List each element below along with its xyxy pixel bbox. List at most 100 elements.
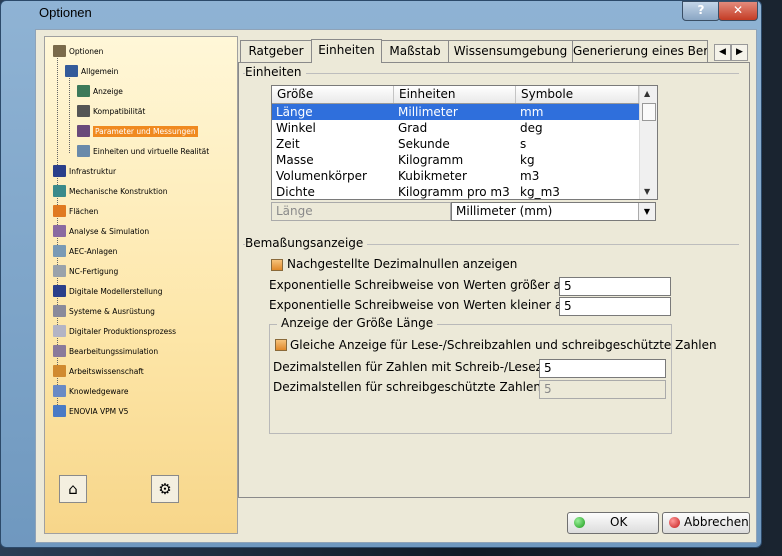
- units-list[interactable]: Größe Einheiten Symbole Länge Millimeter m…: [271, 85, 658, 200]
- tab-massstab[interactable]: Maßstab: [381, 40, 449, 62]
- list-cell: Sekunde: [398, 137, 450, 151]
- infrastructure-icon: [53, 165, 66, 177]
- digital-model-icon: [53, 285, 66, 297]
- list-item[interactable]: Winkel Grad deg: [272, 120, 639, 136]
- tree-item[interactable]: Kompatibilität: [77, 105, 145, 117]
- tab-scroll-left-icon[interactable]: ◀: [714, 44, 731, 61]
- tree-item[interactable]: Bearbeitungssimulation: [53, 345, 158, 357]
- list-item[interactable]: Masse Kilogramm kg: [272, 152, 639, 168]
- group-divider: [243, 73, 739, 74]
- list-cell: Dichte: [276, 185, 315, 199]
- exp-greater-input[interactable]: 5: [559, 277, 671, 296]
- tree-item-label: Allgemein: [81, 66, 119, 76]
- list-cell: Länge: [276, 105, 313, 119]
- tree-item[interactable]: Arbeitswissenschaft: [53, 365, 144, 377]
- tree-item-label: ENOVIA VPM V5: [69, 406, 129, 416]
- list-cell: Winkel: [276, 121, 316, 135]
- tree-item-label: Knowledgeware: [69, 386, 129, 396]
- tree-item[interactable]: Parameter und Messungen: [77, 125, 198, 137]
- compatibility-icon: [77, 105, 90, 117]
- ok-button[interactable]: OK: [567, 512, 659, 534]
- production-icon: [53, 325, 66, 337]
- tree-item[interactable]: Digitaler Produktionsprozess: [53, 325, 176, 337]
- home-tree-button[interactable]: ⌂: [59, 475, 87, 503]
- list-cell: Zeit: [276, 137, 300, 151]
- tree-item-label: Digitaler Produktionsprozess: [69, 326, 177, 336]
- tree-item[interactable]: Mechanische Konstruktion: [53, 185, 167, 197]
- tree-item-label: Arbeitswissenschaft: [69, 366, 144, 376]
- units-list-scrollbar[interactable]: ▲ ▼: [639, 86, 657, 199]
- unit-select[interactable]: Millimeter (mm) ▼: [451, 202, 656, 221]
- tree-item-label: Infrastruktur: [69, 166, 117, 176]
- tab-ratgeber[interactable]: Ratgeber: [240, 40, 312, 62]
- tree-item-label: Parameter und Messungen: [93, 125, 198, 137]
- parameters-icon: [77, 125, 90, 137]
- exp-smaller-input[interactable]: 5: [559, 297, 671, 316]
- tab-scroll-right-icon[interactable]: ▶: [731, 44, 748, 61]
- help-button[interactable]: ?: [682, 1, 720, 21]
- tree-tool-button[interactable]: ⚙: [151, 475, 179, 503]
- column-header-groesse[interactable]: Größe: [272, 86, 394, 103]
- tree-item[interactable]: Knowledgeware: [53, 385, 129, 397]
- tree-item[interactable]: Digitale Modellerstellung: [53, 285, 163, 297]
- display-icon: [77, 85, 90, 97]
- tab-wissensumgebung[interactable]: Wissensumgebung: [448, 40, 573, 62]
- list-item[interactable]: Dichte Kilogramm pro m3 kg_m3: [272, 184, 639, 199]
- tree-item[interactable]: Allgemein: [65, 65, 118, 77]
- tree-item[interactable]: Flächen: [53, 205, 98, 217]
- close-button[interactable]: ✕: [718, 1, 758, 21]
- ro-decimals-label: Dezimalstellen für schreibgeschützte Zah…: [273, 380, 541, 394]
- options-icon: [53, 45, 66, 57]
- column-header-symbole[interactable]: Symbole: [516, 86, 639, 103]
- scroll-up-icon[interactable]: ▲: [644, 89, 650, 98]
- list-item[interactable]: Volumenkörper Kubikmeter m3: [272, 168, 639, 184]
- systems-icon: [53, 305, 66, 317]
- tree-item[interactable]: AEC-Anlagen: [53, 245, 117, 257]
- same-display-label: Gleiche Anzeige für Lese-/Schreibzahlen …: [290, 338, 717, 352]
- trailing-zeros-checkbox[interactable]: [271, 259, 283, 271]
- list-cell: s: [520, 137, 527, 151]
- rw-decimals-label: Dezimalstellen für Zahlen mit Schreib-/L…: [273, 360, 574, 374]
- same-display-checkbox[interactable]: [275, 339, 287, 351]
- tree-item-label: Einheiten und virtuelle Realität: [93, 146, 210, 156]
- tab-berichtgenerierung[interactable]: Generierung eines Berichts: [572, 40, 708, 62]
- column-header-einheiten[interactable]: Einheiten: [394, 86, 516, 103]
- window-title: Optionen: [39, 5, 92, 20]
- tree-item[interactable]: NC-Fertigung: [53, 265, 118, 277]
- scroll-down-icon[interactable]: ▼: [644, 187, 650, 196]
- list-cell: Volumenkörper: [276, 169, 367, 183]
- tree-item[interactable]: Anzeige: [77, 85, 123, 97]
- tree-item-label: Bearbeitungssimulation: [69, 346, 159, 356]
- list-item[interactable]: Länge Millimeter mm: [272, 104, 639, 120]
- tree-item[interactable]: Infrastruktur: [53, 165, 116, 177]
- nc-icon: [53, 265, 66, 277]
- tree-item[interactable]: ENOVIA VPM V5: [53, 405, 128, 417]
- tree-item[interactable]: Optionen: [53, 45, 103, 57]
- tree-item-label: Systeme & Ausrüstung: [69, 306, 155, 316]
- list-cell: mm: [520, 105, 544, 119]
- list-cell: Grad: [398, 121, 428, 135]
- chevron-down-icon[interactable]: ▼: [638, 203, 655, 220]
- options-tree[interactable]: Optionen Allgemein Anzeige Kompatibilität Pa…: [44, 36, 238, 534]
- units-list-header: Größe Einheiten Symbole: [272, 86, 639, 104]
- tree-item[interactable]: Systeme & Ausrüstung: [53, 305, 155, 317]
- rw-decimals-input[interactable]: 5: [539, 359, 666, 378]
- tree-item-label: Flächen: [69, 206, 99, 216]
- tree-item[interactable]: Einheiten und virtuelle Realität: [77, 145, 209, 157]
- cancel-button[interactable]: Abbrechen: [662, 512, 750, 534]
- title-bar[interactable]: Optionen ? ✕: [1, 1, 761, 27]
- list-cell: m3: [520, 169, 540, 183]
- tree-item-label: Anzeige: [93, 86, 123, 96]
- list-cell: Masse: [276, 153, 314, 167]
- tree-item[interactable]: Analyse & Simulation: [53, 225, 149, 237]
- tab-strip: Ratgeber Einheiten Maßstab Wissensumgebu…: [240, 39, 748, 63]
- list-item[interactable]: Zeit Sekunde s: [272, 136, 639, 152]
- ergonomics-icon: [53, 365, 66, 377]
- ro-decimals-input: 5: [539, 380, 666, 399]
- tree-item-label: Optionen: [69, 46, 104, 56]
- scroll-thumb[interactable]: [642, 103, 656, 121]
- dialog-client-area: Optionen Allgemein Anzeige Kompatibilität Pa…: [35, 29, 757, 543]
- machining-icon: [53, 345, 66, 357]
- tree-item-label: Mechanische Konstruktion: [69, 186, 168, 196]
- tab-einheiten[interactable]: Einheiten: [311, 39, 382, 63]
